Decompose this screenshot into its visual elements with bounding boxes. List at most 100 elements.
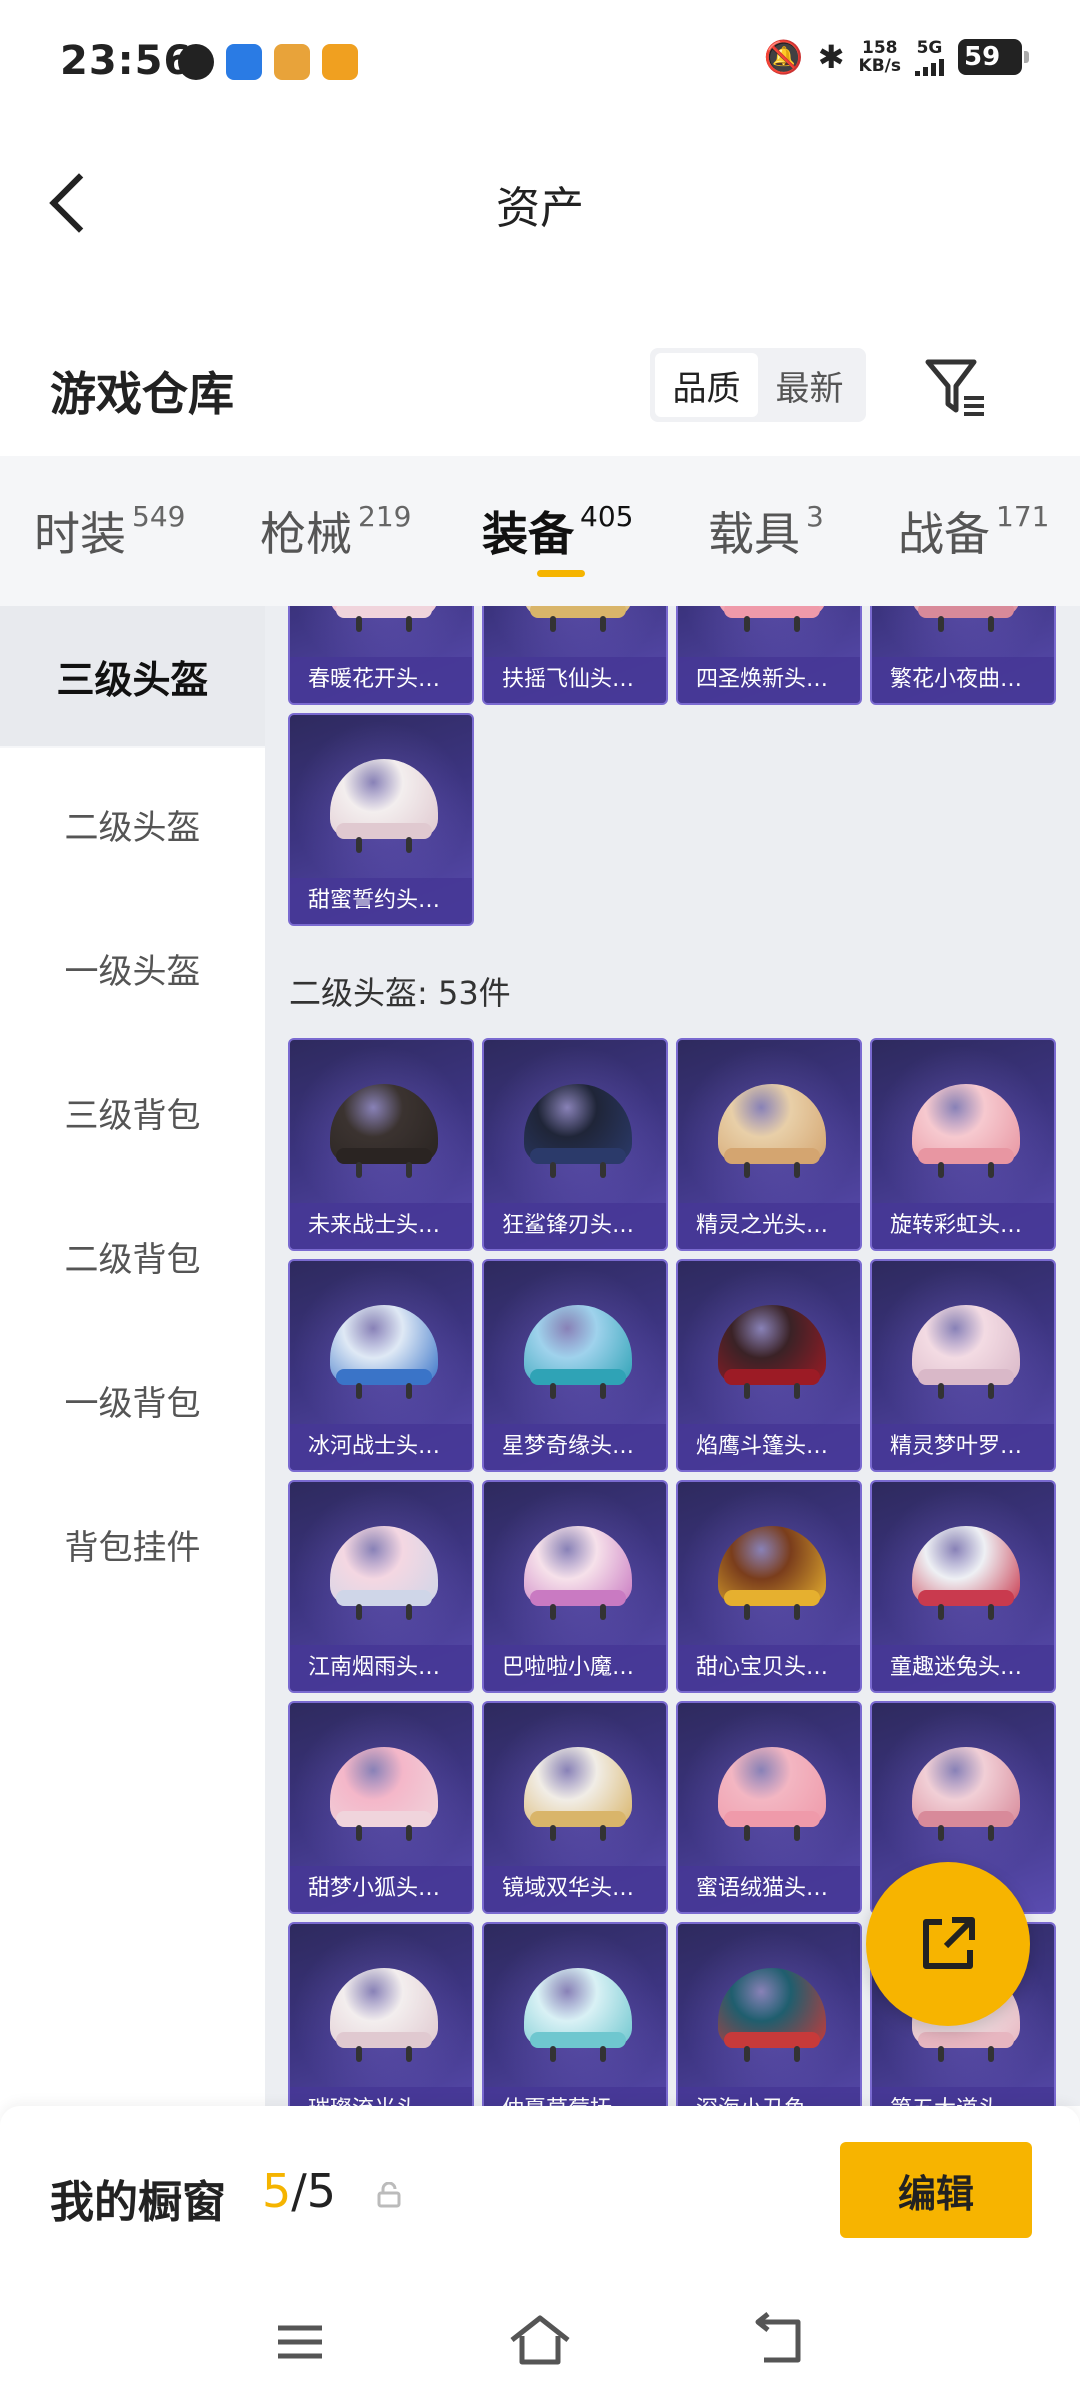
item-name: 第五大道头…: [872, 2087, 1054, 2106]
tab-weapons[interactable]: 枪械 219: [260, 498, 411, 564]
tab-vehicles[interactable]: 载具 3: [708, 498, 824, 564]
back-nav-icon[interactable]: [740, 2306, 820, 2376]
item-name: 江南烟雨头…: [290, 1645, 472, 1691]
helmet-item-card[interactable]: 巴啦啦小魔…: [482, 1480, 668, 1693]
helmet-image: [330, 759, 438, 853]
helmet-item-card[interactable]: 未来战士头…: [288, 1038, 474, 1251]
helmet-item-card[interactable]: 甜梦小狐头…: [288, 1701, 474, 1914]
helmet-item-card[interactable]: 四圣焕新头…: [676, 606, 862, 705]
sidebar-item-backpack-charm[interactable]: 背包挂件: [0, 1474, 265, 1614]
helmet-item-card[interactable]: 狂鲨锋刃头…: [482, 1038, 668, 1251]
net-speed-value: 158: [862, 38, 898, 58]
item-name: 四圣焕新头…: [678, 657, 860, 703]
helmet-item-card[interactable]: 旋转彩虹头…: [870, 1038, 1056, 1251]
helmet-item-card[interactable]: 冰河战士头…: [288, 1259, 474, 1472]
tab-count: 171: [996, 500, 1050, 533]
helmet-image: [912, 1747, 1020, 1841]
item-name: 童趣迷兔头…: [872, 1645, 1054, 1691]
helmet-image: [718, 606, 826, 632]
sidebar-item-level2-helmet[interactable]: 二级头盔: [0, 754, 265, 894]
flame-app-icon: [178, 44, 214, 80]
item-name: 甜梦小狐头…: [290, 1866, 472, 1912]
active-tab-indicator: [537, 570, 585, 577]
tab-label: 时装: [34, 507, 126, 561]
helmet-image: [912, 606, 1020, 632]
tab-fashion[interactable]: 时装 549: [34, 498, 185, 564]
helmet-item-card[interactable]: 镜域双华头…: [482, 1701, 668, 1914]
item-name: 未来战士头…: [290, 1203, 472, 1249]
helmet-item-card[interactable]: 焰鹰斗篷头…: [676, 1259, 862, 1472]
tab-equipment[interactable]: 装备 405: [482, 498, 633, 564]
helmet-image: [718, 1747, 826, 1841]
item-name: 旋转彩虹头…: [872, 1203, 1054, 1249]
net-speed-unit: KB/s: [858, 56, 901, 76]
helmet-item-card[interactable]: 星梦奇缘头…: [482, 1259, 668, 1472]
helmet-image: [524, 1747, 632, 1841]
item-name: 仲夏草莓抚…: [484, 2087, 666, 2106]
helmet-item-card[interactable]: 春暖花开头…: [288, 606, 474, 705]
item-name: 蜜语绒猫头…: [678, 1866, 860, 1912]
helmet-item-card[interactable]: 甜蜜誓约头…: [288, 713, 474, 926]
sidebar-item-level2-backpack[interactable]: 二级背包: [0, 1186, 265, 1326]
sidebar-item-level3-backpack[interactable]: 三级背包: [0, 1042, 265, 1182]
tab-count: 405: [580, 500, 634, 533]
helmet-image: [330, 1305, 438, 1399]
helmet-image: [524, 1305, 632, 1399]
helmet-image: [330, 1526, 438, 1620]
tab-label: 载具: [708, 507, 800, 561]
tab-label: 装备: [482, 507, 574, 561]
mute-bell-icon: 🔕: [763, 38, 804, 76]
sort-quality-button[interactable]: 品质: [655, 353, 758, 417]
helmet-item-card[interactable]: 精灵梦叶罗…: [870, 1259, 1056, 1472]
edit-button[interactable]: 编辑: [840, 2142, 1032, 2238]
helmet-image: [524, 1084, 632, 1178]
section-title: 二级头盔: 53件: [289, 974, 511, 1012]
target-app-icon: [322, 44, 358, 80]
page-title: 资产: [496, 183, 584, 234]
sidebar-item-level1-helmet[interactable]: 一级头盔: [0, 898, 265, 1038]
helmet-image: [524, 1968, 632, 2062]
share-button[interactable]: [866, 1862, 1030, 2026]
system-nav-bar: [0, 2286, 1080, 2400]
sidebar: 三级头盔 二级头盔 一级头盔 三级背包 二级背包 一级背包 背包挂件: [0, 606, 265, 2148]
status-time: 23:56: [60, 38, 193, 84]
item-name: 焰鹰斗篷头…: [678, 1424, 860, 1470]
warehouse-title: 游戏仓库: [50, 367, 234, 421]
helmet-image: [912, 1084, 1020, 1178]
helmet-image: [718, 1526, 826, 1620]
helmet-image: [718, 1305, 826, 1399]
helmet-item-card[interactable]: 精灵之光头…: [676, 1038, 862, 1251]
item-name: 巴啦啦小魔…: [484, 1645, 666, 1691]
sidebar-item-level1-backpack[interactable]: 一级背包: [0, 1330, 265, 1470]
item-name: 春暖花开头…: [290, 657, 472, 703]
helmet-item-card[interactable]: 甜心宝贝头…: [676, 1480, 862, 1693]
menu-icon[interactable]: [260, 2306, 340, 2376]
item-name: 精灵之光头…: [678, 1203, 860, 1249]
helmet-item-card[interactable]: 童趣迷兔头…: [870, 1480, 1056, 1693]
tab-count: 3: [806, 500, 824, 533]
helmet-item-card[interactable]: 蜜语绒猫头…: [676, 1701, 862, 1914]
showcase-total: /5: [291, 2164, 337, 2218]
sidebar-item-level3-helmet[interactable]: 三级头盔: [0, 606, 265, 746]
sort-toggle: 品质 最新: [650, 348, 866, 422]
filter-button[interactable]: [920, 352, 990, 422]
status-bar: 23:56 🔕 ✱ 158 KB/s 5G 59: [0, 0, 1080, 120]
helmet-item-card[interactable]: 江南烟雨头…: [288, 1480, 474, 1693]
status-indicators: 🔕 ✱ 158 KB/s 5G 59: [763, 38, 1029, 76]
helmet-item-card[interactable]: 深海小丑鱼…: [676, 1922, 862, 2106]
item-name: 镜域双华头…: [484, 1866, 666, 1912]
helmet-item-card[interactable]: 繁花小夜曲…: [870, 606, 1056, 705]
helmet-item-card[interactable]: 仲夏草莓抚…: [482, 1922, 668, 2106]
helmet-item-card[interactable]: 璀璨流光头…: [288, 1922, 474, 2106]
helmet-image: [524, 1526, 632, 1620]
lock-icon: [377, 2182, 401, 2208]
tab-combat-supplies[interactable]: 战备 171: [898, 498, 1049, 564]
category-tabs: 时装 549 枪械 219 装备 405 载具 3 战备 171: [0, 456, 1080, 606]
home-icon[interactable]: [500, 2306, 580, 2376]
helmet-image: [912, 1526, 1020, 1620]
item-name: 精灵梦叶罗…: [872, 1424, 1054, 1470]
tab-label: 枪械: [260, 507, 352, 561]
helmet-image: [718, 1968, 826, 2062]
helmet-item-card[interactable]: 扶摇飞仙头…: [482, 606, 668, 705]
sort-newest-button[interactable]: 最新: [758, 353, 861, 417]
